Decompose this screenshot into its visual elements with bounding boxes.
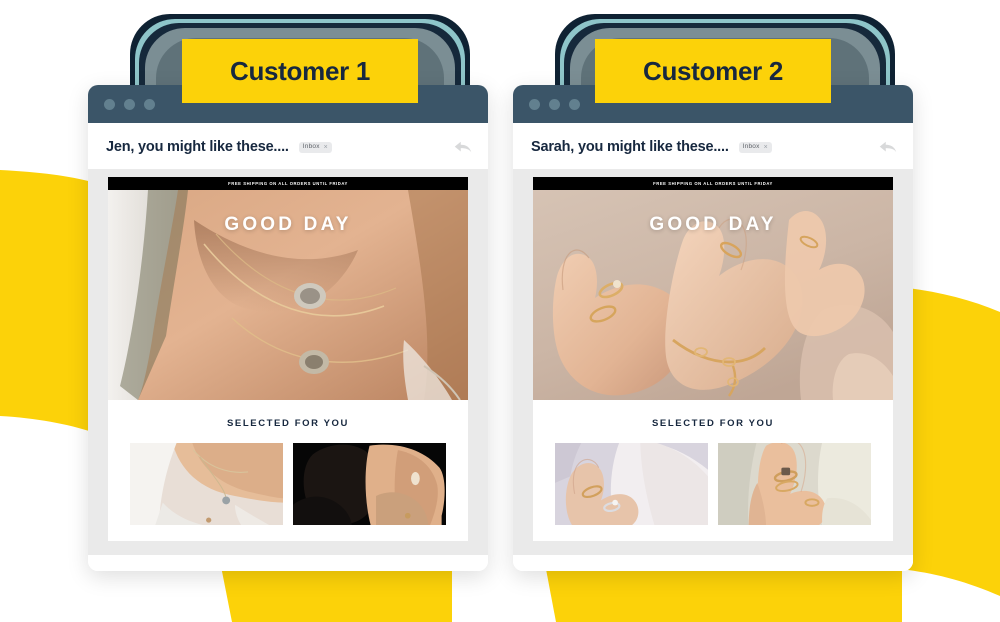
customer-label-text: Customer 1 bbox=[229, 55, 371, 86]
hero-title: GOOD DAY bbox=[649, 213, 777, 235]
product-thumbnails-1 bbox=[108, 442, 468, 525]
canvas-bottom-padding bbox=[533, 540, 893, 555]
earring-thumbnail[interactable] bbox=[293, 442, 446, 525]
necklace-thumbnail[interactable] bbox=[130, 442, 283, 525]
email-content-2: FREE SHIPPING ON ALL ORDERS UNTIL FRIDAY bbox=[533, 177, 893, 541]
mail-body-1: Jen, you might like these.... Inbox × FR… bbox=[88, 123, 488, 571]
customer-label-2: Customer 2 bbox=[595, 39, 831, 103]
window-close-dot[interactable] bbox=[529, 98, 540, 110]
hero-image-necklace: GOOD DAY bbox=[108, 189, 468, 400]
customer-label-1: Customer 1 bbox=[182, 39, 418, 103]
window-minimize-dot[interactable] bbox=[549, 98, 560, 110]
hero-image-rings: GOOD DAY bbox=[533, 189, 893, 400]
canvas-bottom-padding bbox=[108, 540, 468, 555]
inbox-label-text: Inbox bbox=[742, 142, 760, 150]
promo-banner: FREE SHIPPING ON ALL ORDERS UNTIL FRIDAY bbox=[108, 177, 468, 190]
inbox-label-chip[interactable]: Inbox × bbox=[738, 141, 772, 153]
inbox-label-text: Inbox bbox=[302, 142, 320, 150]
mail-header-1: Jen, you might like these.... Inbox × bbox=[88, 123, 488, 169]
window-close-dot[interactable] bbox=[104, 98, 115, 110]
section-title: SELECTED FOR YOU bbox=[651, 417, 775, 429]
reply-arrow-icon[interactable] bbox=[879, 139, 897, 155]
window-bottom-padding bbox=[88, 554, 488, 571]
close-icon[interactable]: × bbox=[324, 144, 328, 151]
window-maximize-dot[interactable] bbox=[144, 98, 155, 110]
reply-arrow-icon[interactable] bbox=[454, 139, 472, 155]
section-title: SELECTED FOR YOU bbox=[226, 417, 350, 429]
close-icon[interactable]: × bbox=[764, 144, 768, 151]
email-subject: Sarah, you might like these.... bbox=[531, 139, 729, 155]
ring-thumbnail-right[interactable] bbox=[718, 442, 871, 525]
promo-banner: FREE SHIPPING ON ALL ORDERS UNTIL FRIDAY bbox=[533, 177, 893, 190]
email-canvas-1: FREE SHIPPING ON ALL ORDERS UNTIL FRIDAY bbox=[88, 169, 488, 555]
product-thumbnails-2 bbox=[533, 442, 893, 525]
email-canvas-2: FREE SHIPPING ON ALL ORDERS UNTIL FRIDAY bbox=[513, 169, 913, 555]
window-maximize-dot[interactable] bbox=[569, 98, 580, 110]
browser-window-1: Jen, you might like these.... Inbox × FR… bbox=[88, 85, 488, 571]
mail-header-2: Sarah, you might like these.... Inbox × bbox=[513, 123, 913, 169]
window-bottom-padding bbox=[513, 554, 913, 571]
email-subject: Jen, you might like these.... bbox=[106, 139, 289, 155]
email-bottom-padding bbox=[108, 524, 468, 541]
browser-window-2: Sarah, you might like these.... Inbox × … bbox=[513, 85, 913, 571]
mail-body-2: Sarah, you might like these.... Inbox × … bbox=[513, 123, 913, 571]
window-minimize-dot[interactable] bbox=[124, 98, 135, 110]
hero-title: GOOD DAY bbox=[224, 213, 352, 235]
email-bottom-padding bbox=[533, 524, 893, 541]
customer-label-text: Customer 2 bbox=[642, 55, 784, 86]
ring-thumbnail-left[interactable] bbox=[555, 442, 708, 525]
inbox-label-chip[interactable]: Inbox × bbox=[298, 141, 332, 153]
email-content-1: FREE SHIPPING ON ALL ORDERS UNTIL FRIDAY bbox=[108, 177, 468, 541]
composite-illustration: Jen, you might like these.... Inbox × FR… bbox=[0, 0, 1000, 622]
